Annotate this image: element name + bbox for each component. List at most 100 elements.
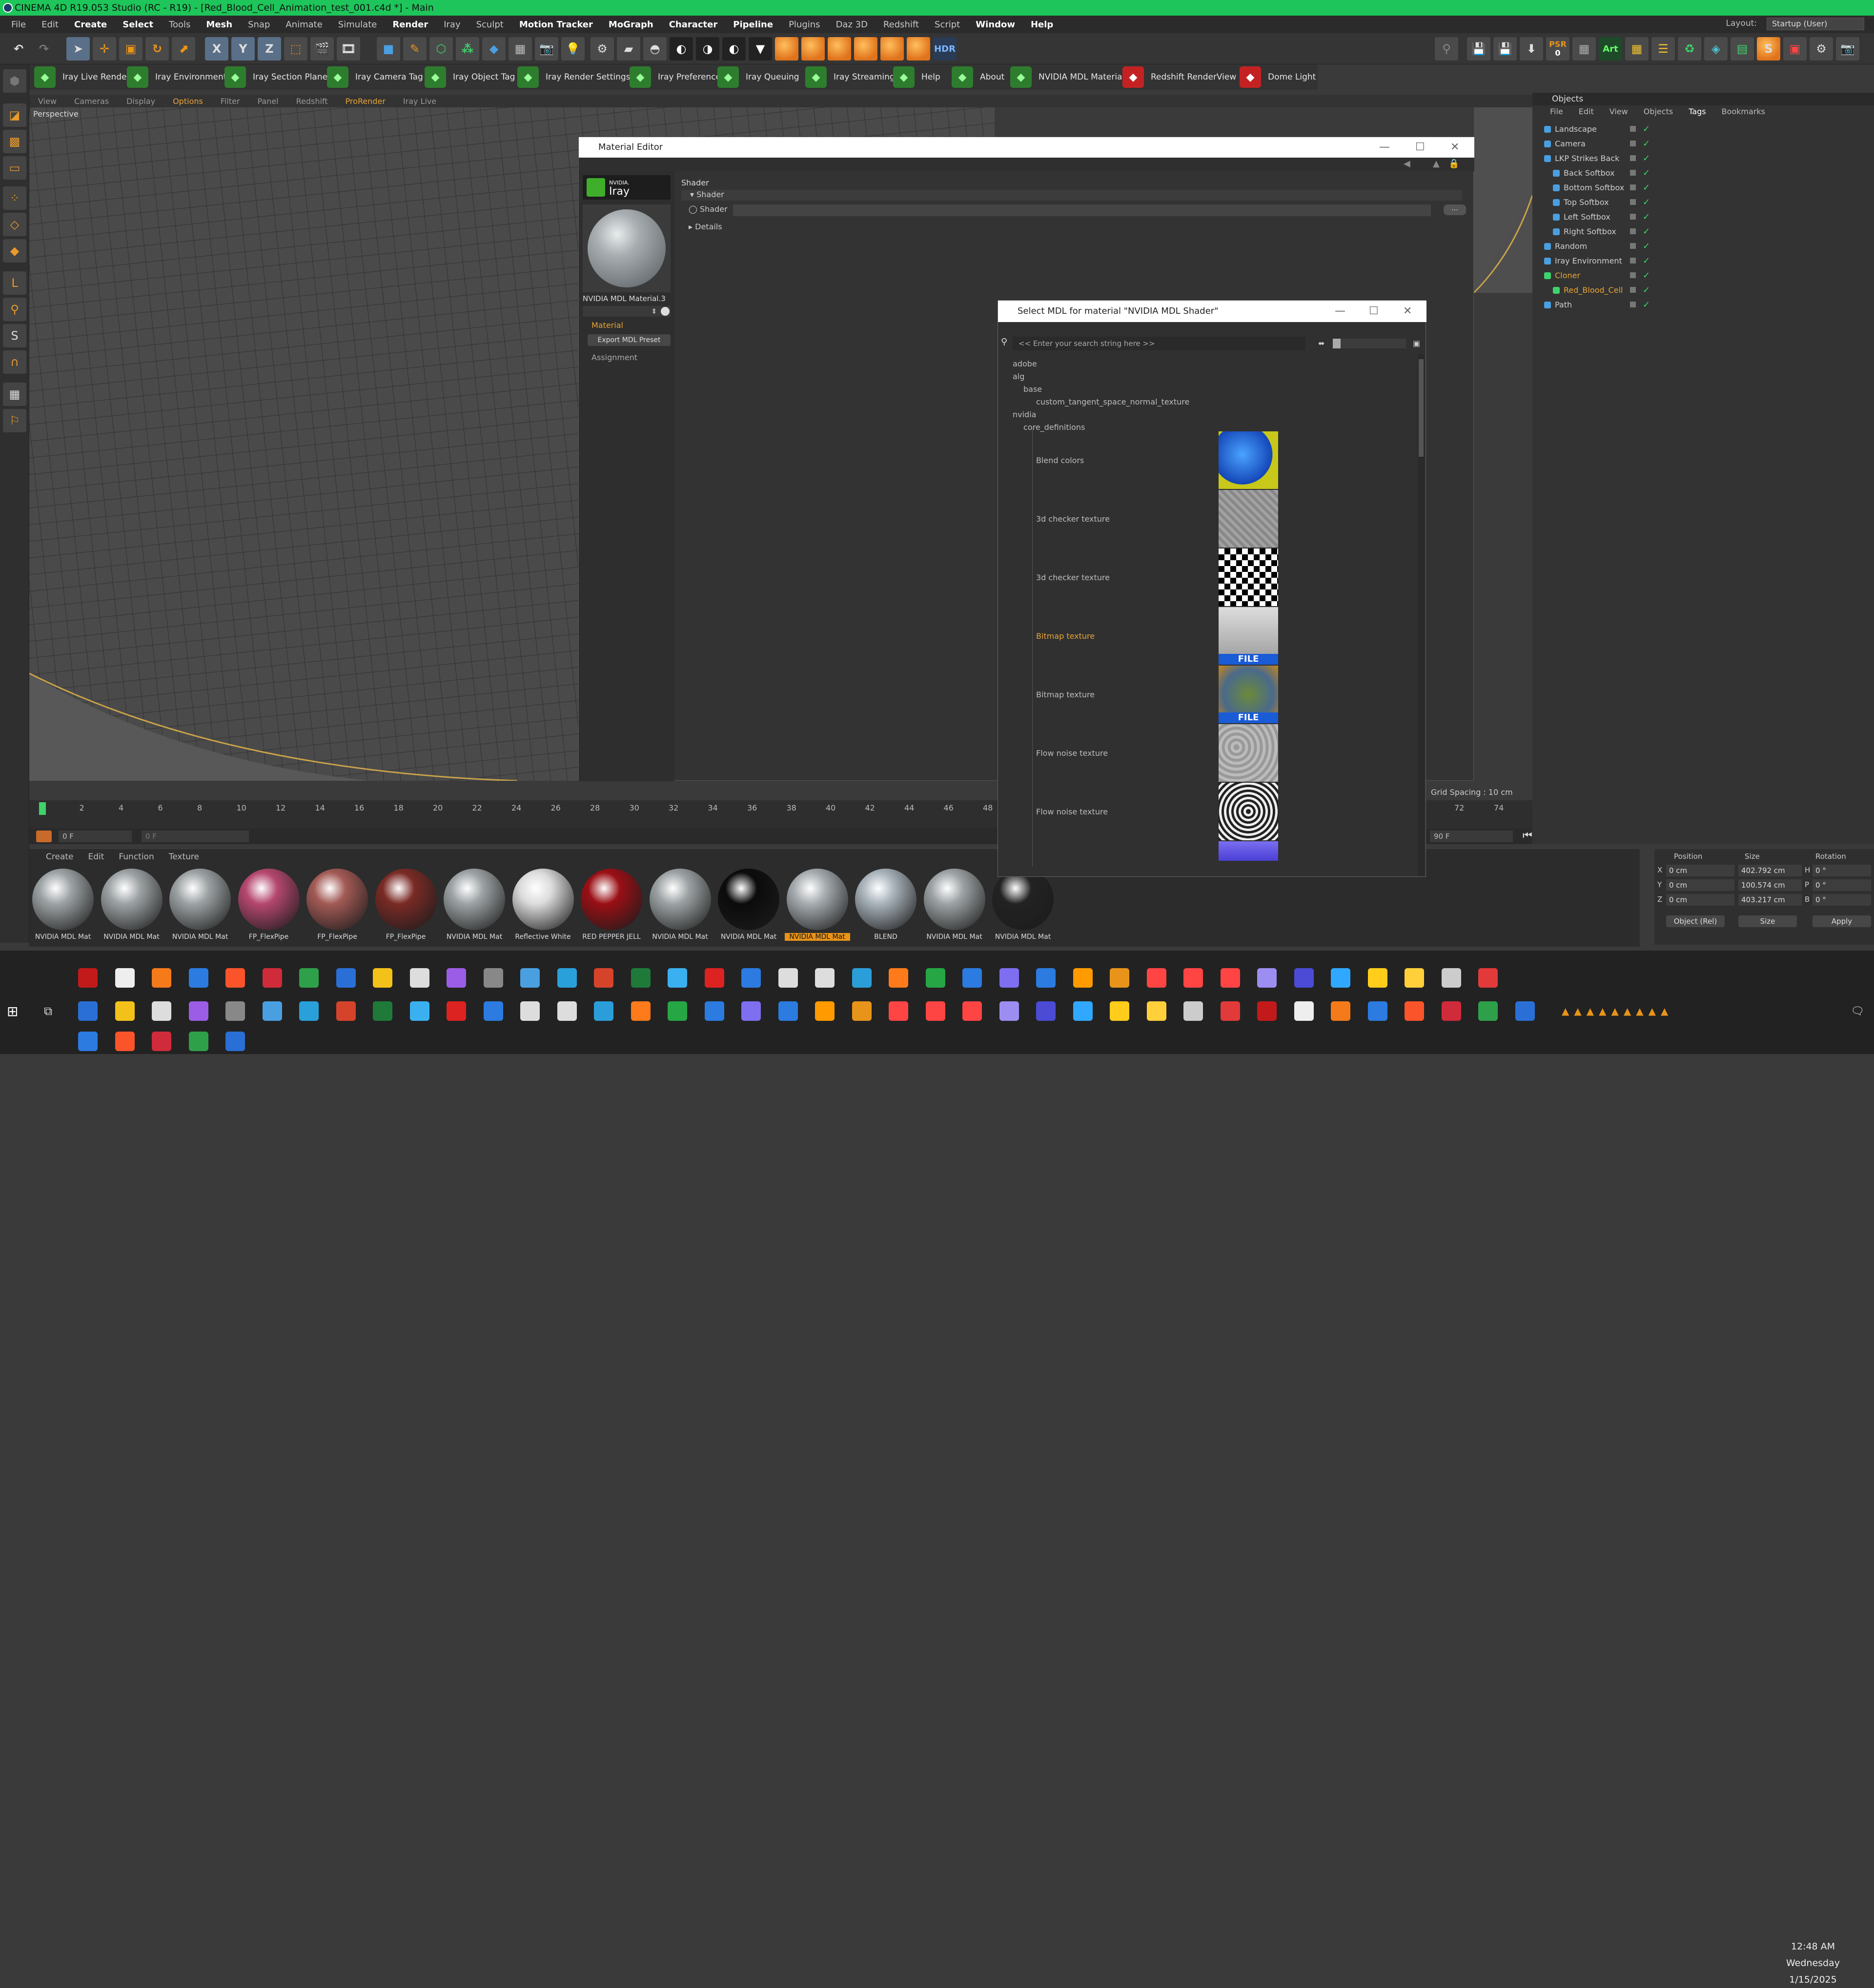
taskbar-app-icon[interactable] xyxy=(262,1001,282,1021)
hdr-button[interactable]: HDR xyxy=(933,37,957,61)
bucket-icon[interactable]: ▰ xyxy=(617,37,640,61)
taskbar-app-icon[interactable] xyxy=(594,1001,613,1021)
plugin-iray-object-tag-button[interactable]: ◆ Iray Object Tag xyxy=(425,66,515,88)
taskbar-app-icon[interactable] xyxy=(1405,1001,1424,1021)
taskbar-app-icon[interactable] xyxy=(925,968,945,988)
taskbar-app-icon[interactable] xyxy=(1441,968,1461,988)
enabled-check-icon[interactable]: ✓ xyxy=(1643,254,1650,268)
taskbar-app-icon[interactable] xyxy=(336,968,356,988)
cube-plugin-icon[interactable]: ◈ xyxy=(1704,37,1728,61)
back-arrow-icon[interactable]: ◀ xyxy=(1404,159,1410,169)
taskbar-app-icon[interactable] xyxy=(336,1001,356,1021)
taskbar-app-icon[interactable] xyxy=(262,968,282,988)
sphere-light-icon-6[interactable] xyxy=(907,37,930,61)
plugin-iray-camera-tag-button[interactable]: ◆ Iray Camera Tag xyxy=(327,66,423,88)
plugin-iray-live-render-button[interactable]: ◆ Iray Live Render xyxy=(34,66,130,88)
render-queue-icon[interactable]: ▣ xyxy=(1783,37,1807,61)
taskbar-app-icon[interactable] xyxy=(1110,968,1129,988)
move-tool-icon[interactable]: ✛ xyxy=(93,37,116,61)
sphere-light-icon-3[interactable] xyxy=(828,37,851,61)
taskbar-app-icon[interactable] xyxy=(373,1001,392,1021)
viewport-menu-prorender[interactable]: ProRender xyxy=(337,97,394,106)
taskbar-app-icon[interactable] xyxy=(1220,968,1240,988)
object-row-iray-environment[interactable]: Iray Environment ✓ xyxy=(1532,254,1874,268)
coord-size-field[interactable]: 402.792 cm xyxy=(1738,865,1802,876)
taskbar-app-icon[interactable] xyxy=(225,1032,245,1051)
enabled-check-icon[interactable]: ✓ xyxy=(1643,195,1650,210)
taskbar-app-icon[interactable] xyxy=(225,1001,245,1021)
plugin-iray-streaming-button[interactable]: ◆ Iray Streaming xyxy=(805,66,895,88)
assignment-link[interactable]: Assignment xyxy=(591,353,637,362)
taskbar-app-icon[interactable] xyxy=(115,968,135,988)
plugin-help-button[interactable]: ◆ Help xyxy=(893,66,940,88)
flow-noise-thumbnail-1[interactable] xyxy=(1219,724,1278,782)
material-menu-edit[interactable]: Edit xyxy=(88,852,104,862)
taskbar-app-icon[interactable] xyxy=(999,968,1019,988)
render-view-icon[interactable]: 🎬 xyxy=(310,37,334,61)
taskbar-app-icon[interactable] xyxy=(1367,968,1387,988)
taskbar-app-icon[interactable] xyxy=(78,968,98,988)
edges-mode-icon[interactable]: ◇ xyxy=(3,213,26,236)
shader-field[interactable] xyxy=(733,204,1431,216)
pin-icon[interactable]: ⚲ xyxy=(1435,37,1458,61)
art-button[interactable]: Art xyxy=(1599,37,1622,61)
workplane-icon[interactable]: ▭ xyxy=(3,156,26,180)
coord-rotation-field[interactable]: 0 ° xyxy=(1813,879,1871,891)
material-thumbnail[interactable]: FP_FlexPipe xyxy=(373,869,439,941)
taskbar-app-icon[interactable] xyxy=(999,1001,1019,1021)
taskbar-app-icon[interactable] xyxy=(778,968,798,988)
menu-tools[interactable]: Tools xyxy=(163,20,197,30)
enabled-check-icon[interactable]: ✓ xyxy=(1643,298,1650,312)
taskbar-app-icon[interactable] xyxy=(852,1001,872,1021)
enabled-check-icon[interactable]: ✓ xyxy=(1643,268,1650,283)
grid-icon[interactable]: ▦ xyxy=(1572,37,1596,61)
taskbar-app-icon[interactable] xyxy=(889,968,908,988)
taskbar-app-icon[interactable] xyxy=(889,1001,908,1021)
visibility-dots[interactable] xyxy=(1630,287,1636,293)
render-settings-icon[interactable]: ⚙ xyxy=(1810,37,1833,61)
visibility-dots[interactable] xyxy=(1630,258,1636,264)
visibility-dots[interactable] xyxy=(1630,302,1636,307)
visibility-dots[interactable] xyxy=(1630,184,1636,190)
taskbar-app-icon[interactable] xyxy=(1146,1001,1166,1021)
coordinate-system-icon[interactable]: ⬚ xyxy=(284,37,307,61)
mdl-tree-item-adobe[interactable]: adobe xyxy=(1013,359,1037,368)
mdl-tree-item-3d-checker-texture[interactable]: 3d checker texture xyxy=(1036,514,1110,524)
material-thumbnail[interactable]: NVIDIA MDL Mat xyxy=(784,869,850,941)
material-menu-create[interactable]: Create xyxy=(46,852,74,862)
taskbar-app-icon[interactable] xyxy=(668,968,687,988)
enabled-check-icon[interactable]: ✓ xyxy=(1643,224,1650,239)
taskbar-app-icon[interactable] xyxy=(1257,968,1277,988)
scale-tool-icon[interactable]: ▣ xyxy=(119,37,143,61)
lock-icon[interactable]: 🔒 xyxy=(1448,159,1459,169)
taskbar-app-icon[interactable] xyxy=(1036,1001,1056,1021)
objects-menu-file[interactable]: File xyxy=(1550,105,1563,118)
mdl-tree-item-bitmap-texture[interactable]: Bitmap texture xyxy=(1036,690,1095,699)
material-thumbnail[interactable]: NVIDIA MDL Mat xyxy=(99,869,164,941)
taskbar-app-icon[interactable] xyxy=(1183,968,1203,988)
taskbar-app-icon[interactable] xyxy=(557,968,577,988)
object-row-cloner[interactable]: Cloner ✓ xyxy=(1532,268,1874,283)
menu-window[interactable]: Window xyxy=(969,20,1021,30)
taskbar-app-icon[interactable] xyxy=(631,968,651,988)
enabled-check-icon[interactable]: ✓ xyxy=(1643,137,1650,151)
sphere-light-icon-1[interactable] xyxy=(775,37,798,61)
taskbar-app-icon[interactable] xyxy=(152,1001,171,1021)
taskbar-app-icon[interactable] xyxy=(188,1032,208,1051)
taskbar-app-icon[interactable] xyxy=(741,968,761,988)
checker-texture-thumbnail-2[interactable] xyxy=(1219,548,1278,606)
bitmap-texture-thumbnail-2[interactable]: FILE xyxy=(1219,666,1278,723)
menu-script[interactable]: Script xyxy=(928,20,966,30)
sphere-light-icon-4[interactable] xyxy=(854,37,877,61)
shader-group-header[interactable]: ▾ Shader xyxy=(681,190,1462,201)
menu-daz-3d[interactable]: Daz 3D xyxy=(830,20,874,30)
redshift-moon-icon-1[interactable]: ◐ xyxy=(670,37,693,61)
object-row-right-softbox[interactable]: Right Softbox ✓ xyxy=(1532,224,1874,239)
taskbar-app-icon[interactable] xyxy=(373,968,392,988)
redo-button[interactable]: ↷ xyxy=(32,37,56,61)
taskbar-app-icon[interactable] xyxy=(409,968,429,988)
taskbar-app-icon[interactable] xyxy=(1294,1001,1314,1021)
taskbar-app-icon[interactable] xyxy=(1478,1001,1498,1021)
current-frame-field[interactable]: 0 F xyxy=(59,831,132,842)
enabled-check-icon[interactable]: ✓ xyxy=(1643,283,1650,298)
